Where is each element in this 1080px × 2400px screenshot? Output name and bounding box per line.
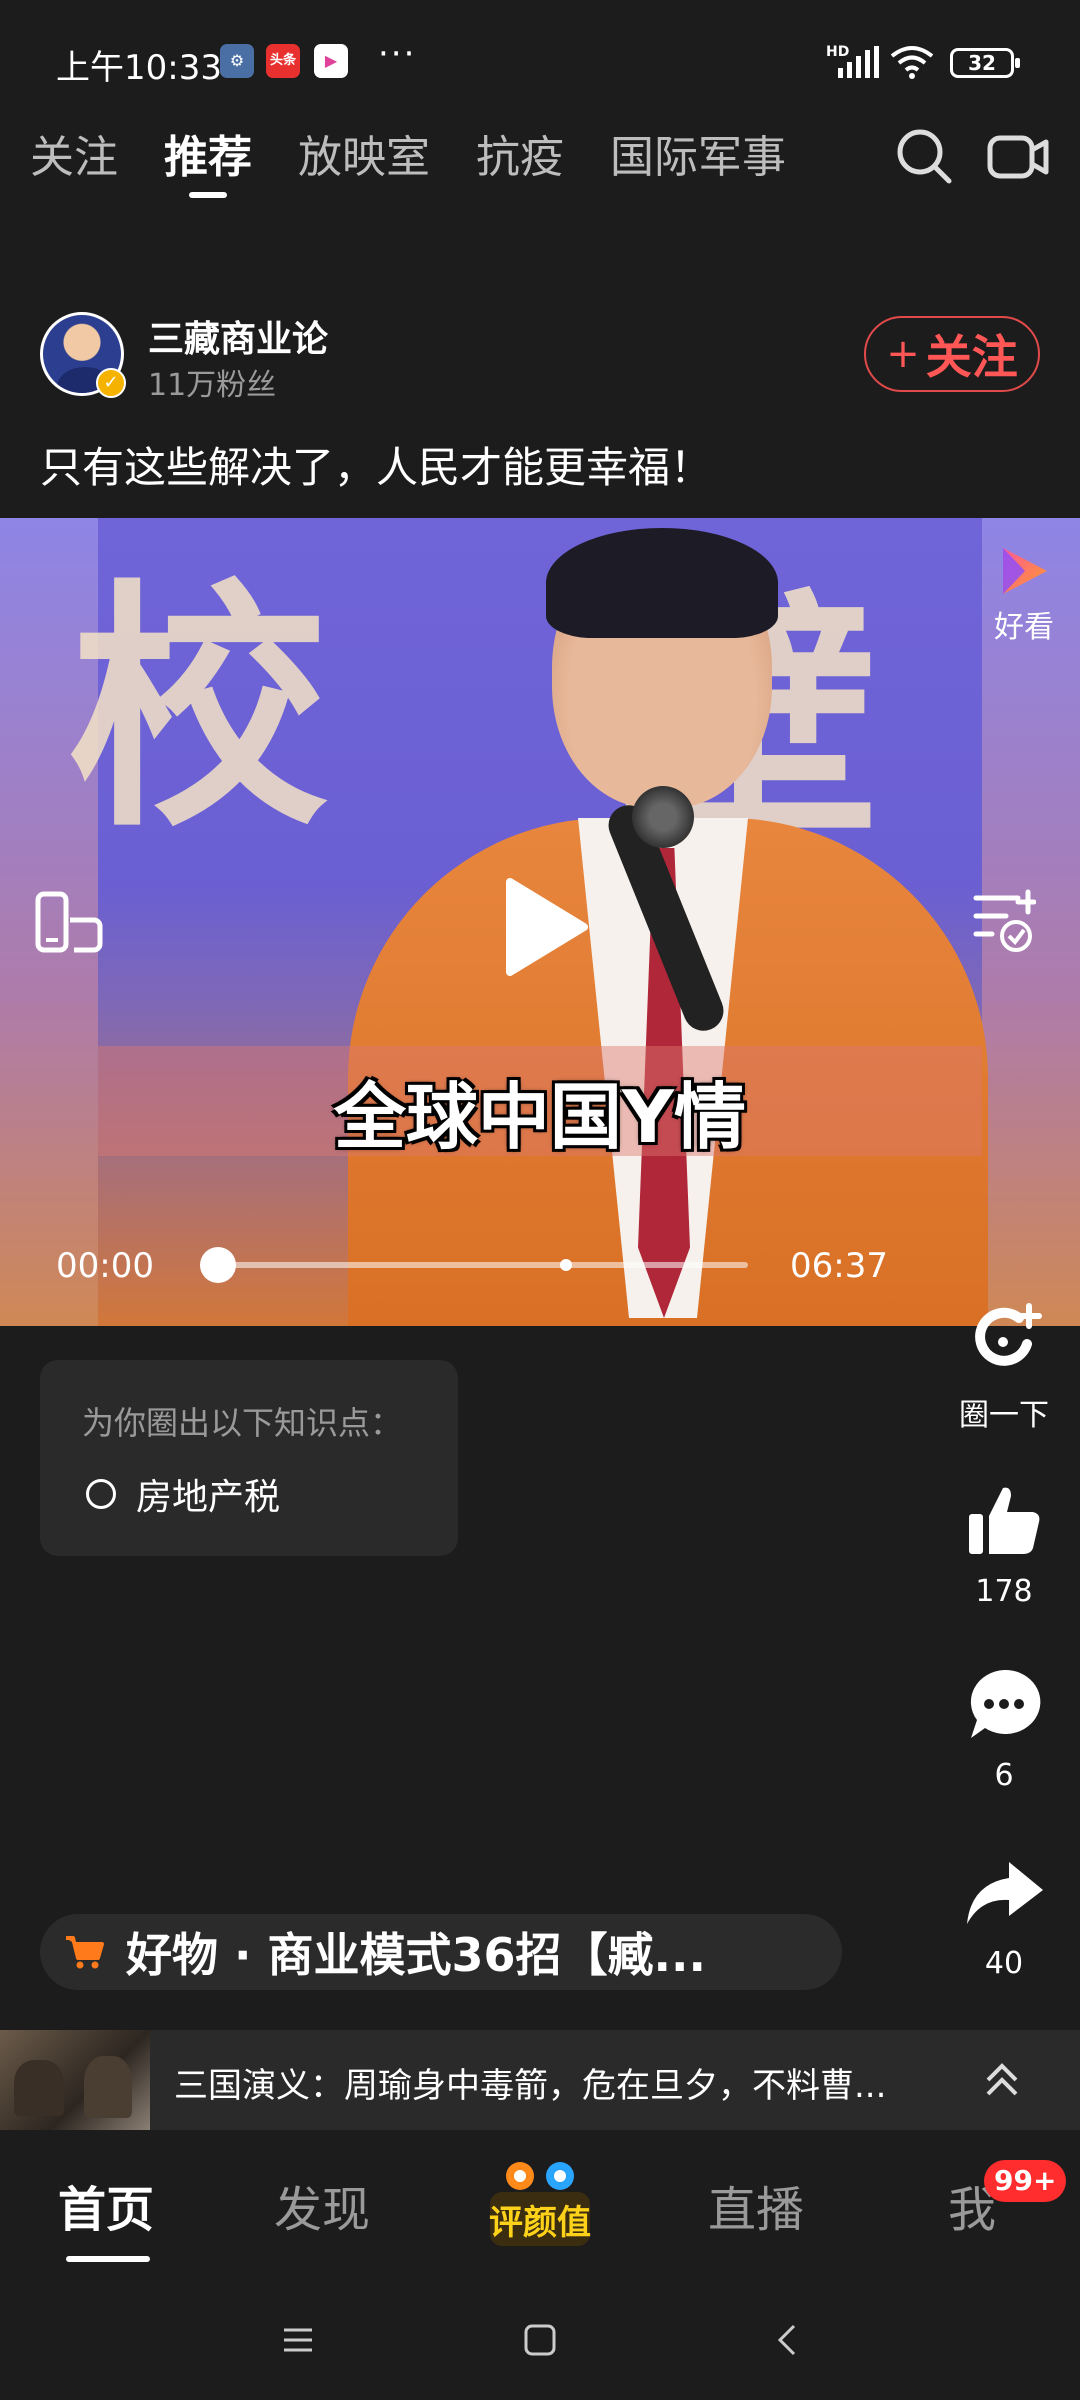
double-chevron-up-icon[interactable] [982, 2058, 1022, 2102]
share-arrow-icon [967, 1862, 1043, 1924]
tab-recommend[interactable]: 推荐 [164, 118, 252, 198]
knowledge-card: 为你圈出以下知识点： 房地产税 [40, 1360, 458, 1556]
haokan-watermark[interactable]: 好看 [988, 544, 1060, 646]
backdrop-glyph: 校 [68, 557, 328, 862]
follow-button[interactable]: + 关注 [864, 316, 1040, 392]
progress-marker [560, 1259, 572, 1271]
tab-follow[interactable]: 关注 [30, 118, 118, 198]
video-title[interactable]: 只有这些解决了，人民才能更幸福！ [40, 434, 712, 495]
share-count: 40 [984, 1946, 1024, 1981]
back-icon[interactable] [766, 2318, 810, 2362]
progress-knob[interactable] [200, 1247, 236, 1283]
more-notifications-icon: ··· [378, 34, 417, 74]
circle-refresh-icon [975, 1303, 1042, 1366]
related-video-bar[interactable]: 三国演义：周瑜身中毒箭，危在旦夕，不料曹... [0, 2030, 1080, 2130]
shopping-cart-icon [66, 1936, 104, 1969]
share-button[interactable]: 40 [944, 1852, 1064, 1981]
tab-cinema[interactable]: 放映室 [298, 118, 430, 198]
tab-military[interactable]: 国际军事 [610, 118, 786, 198]
comment-count: 6 [994, 1758, 1014, 1793]
signal-icon [838, 46, 879, 78]
video-subtitle: 全球中国Y情 [333, 1075, 747, 1159]
battery-icon: 32 [950, 48, 1020, 78]
system-nav-bar [0, 2286, 1080, 2400]
haokan-app-icon: ▶ [314, 44, 348, 78]
toutiao-app-icon: 头条 [266, 44, 300, 78]
verified-badge-icon: ✓ [96, 368, 126, 398]
thumbs-up-icon [969, 1487, 1040, 1554]
goods-text: 好物 · 商业模式36招【臧... [126, 1928, 706, 1982]
comment-bubble-icon [970, 1669, 1041, 1738]
menu-icon[interactable] [276, 2318, 320, 2362]
related-thumbnail [0, 2030, 150, 2130]
playlist-check-icon[interactable] [972, 888, 1036, 954]
follow-label: 关注 [925, 330, 1018, 384]
status-bar: 上午10:33 ⚙ 头条 ▶ ··· HD 32 [0, 0, 1080, 92]
notification-badge: 99+ [984, 2160, 1067, 2202]
circle-action[interactable]: 圈一下 [944, 1296, 1064, 1434]
active-tab-indicator [189, 192, 227, 198]
progress-bar[interactable] [200, 1247, 748, 1283]
center-logo-text: 评颜值 [489, 2203, 591, 2243]
rate-looks-logo-icon[interactable]: 评颜值 [484, 2154, 596, 2254]
microphone-head [632, 786, 694, 848]
bottom-nav: 首页 发现 评颜值 直播 我 99+ [0, 2130, 1080, 2286]
speaker-hair [546, 528, 778, 638]
like-count: 178 [975, 1574, 1033, 1609]
like-button[interactable]: 178 [944, 1480, 1064, 1609]
active-nav-indicator [66, 2256, 150, 2262]
duration: 06:37 [790, 1246, 888, 1286]
rotate-screen-icon[interactable] [34, 890, 104, 954]
home-square-icon[interactable] [518, 2318, 562, 2362]
wifi-icon [890, 46, 934, 79]
status-time: 上午10:33 [56, 48, 222, 88]
knowledge-heading: 为你圈出以下知识点： [82, 1404, 403, 1442]
related-title: 三国演义：周瑜身中毒箭，危在旦夕，不料曹... [174, 2066, 887, 2106]
author-name[interactable]: 三藏商业论 [148, 310, 328, 362]
top-tab-bar: 关注 推荐 放映室 抗疫 国际军事 [30, 118, 786, 198]
comment-button[interactable]: 6 [944, 1664, 1064, 1793]
circle-label: 圈一下 [959, 1398, 1049, 1433]
settings-app-icon: ⚙ [220, 44, 254, 78]
nav-discover[interactable]: 发现 [274, 2170, 370, 2240]
plus-icon: + [886, 331, 920, 377]
author-fans-count: 11万粉丝 [148, 368, 277, 403]
nav-live[interactable]: 直播 [708, 2170, 804, 2240]
haokan-logo-icon [1003, 548, 1047, 594]
current-time: 00:00 [56, 1246, 154, 1286]
video-player[interactable]: 校 壁 全球中国Y情 好看 00:00 [0, 518, 1080, 1326]
play-icon[interactable] [500, 874, 590, 980]
goods-bar[interactable]: 好物 · 商业模式36招【臧... [40, 1914, 842, 1990]
search-icon[interactable] [894, 126, 954, 186]
circle-bullet-icon [86, 1479, 116, 1509]
tab-antiepidemic[interactable]: 抗疫 [476, 118, 564, 198]
haokan-label: 好看 [994, 610, 1054, 645]
video-camera-icon[interactable] [986, 130, 1050, 184]
nav-home[interactable]: 首页 [58, 2170, 154, 2262]
knowledge-item[interactable]: 房地产税 [86, 1468, 280, 1520]
